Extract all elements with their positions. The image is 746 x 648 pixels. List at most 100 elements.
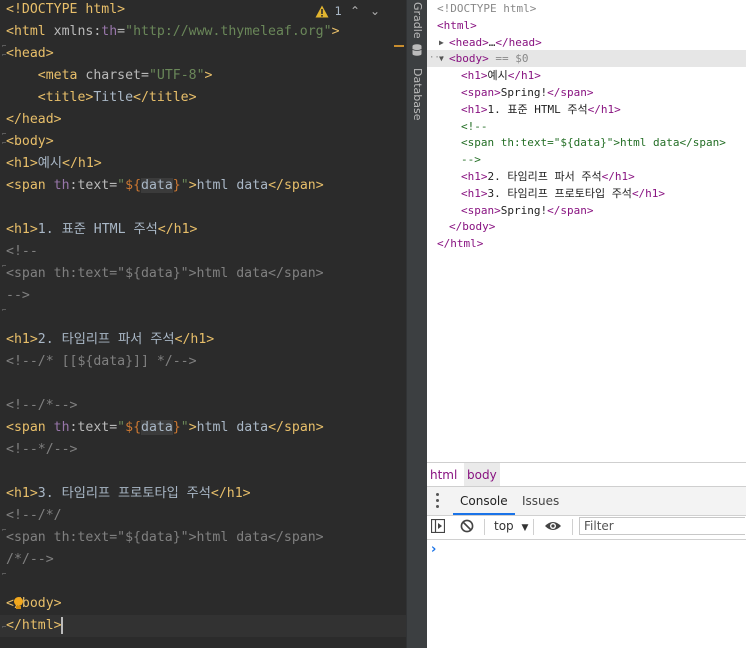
code-token: :text= xyxy=(69,420,118,435)
elements-tree-node[interactable]: <!-- xyxy=(427,118,746,135)
code-line[interactable]: /*/--> ⌐ xyxy=(0,549,406,578)
inspection-widget[interactable]: 1 ⌃ ⌄ xyxy=(315,3,382,19)
code-line[interactable]: <meta charset="UTF-8"> xyxy=(0,65,406,87)
code-token: = xyxy=(117,24,126,39)
code-line[interactable]: <span th:text="${data}">html data</span> xyxy=(0,417,406,439)
elements-tree-node[interactable]: <h1>2. 타임리프 파서 주석</h1> xyxy=(427,168,746,185)
chevron-down-icon[interactable]: ⌄ xyxy=(368,4,382,18)
node-token: <html> xyxy=(437,18,477,32)
node-token: </span> xyxy=(547,203,594,217)
eye-icon[interactable] xyxy=(544,520,562,532)
code-token: " xyxy=(180,420,189,435)
code-line[interactable]: <!-- ⌐ xyxy=(0,241,406,270)
node-token: </h1> xyxy=(601,170,635,183)
elements-tree-node[interactable]: <h1>3. 타임리프 프로토타입 주석</h1> xyxy=(427,185,746,202)
code-line[interactable]: </head> ⌐ xyxy=(0,109,406,138)
code-line[interactable] xyxy=(0,461,406,483)
warning-stripe-marker[interactable] xyxy=(394,45,404,47)
elements-tree-node[interactable]: </body> xyxy=(427,218,746,235)
tab-issues[interactable]: Issues xyxy=(522,487,559,515)
elements-tree-node[interactable]: <h1>예시</h1> xyxy=(427,67,746,84)
code-line[interactable] xyxy=(0,307,406,329)
code-line[interactable]: <!--*/--> xyxy=(0,439,406,461)
fold-marker-icon[interactable]: ⌐ xyxy=(2,44,6,66)
code-line[interactable]: <h1>1. 표준 HTML 주석</h1> xyxy=(0,219,406,241)
code-line[interactable]: </body>⌐ xyxy=(0,593,406,622)
breadcrumb-body[interactable]: body xyxy=(464,463,500,487)
code-line[interactable]: <span th:text="${data}">html data</span> xyxy=(0,175,406,197)
gradle-tool-tab[interactable]: Gradle xyxy=(407,0,428,40)
expand-triangle-icon[interactable]: ▶ xyxy=(439,34,444,51)
console-prompt[interactable]: › xyxy=(431,542,436,557)
code-line[interactable]: <html xmlns:th="http://www.thymeleaf.org… xyxy=(0,21,406,50)
code-line[interactable]: <head> ⌐ xyxy=(0,43,406,65)
context-select[interactable]: top ▼ xyxy=(494,514,528,539)
code-editor[interactable]: <!DOCTYPE html> <html xmlns:th="http://ww… xyxy=(0,0,406,648)
collapse-triangle-icon[interactable]: ▼ xyxy=(439,50,444,67)
more-options-icon[interactable] xyxy=(435,493,439,509)
code-line-text: --> xyxy=(6,285,30,307)
code-line[interactable]: <h1>2. 타임리프 파서 주석</h1> xyxy=(0,329,406,351)
browser-devtools: <!DOCTYPE html> <html> ▶ <head>…</head> ··· ▼… xyxy=(427,0,746,648)
code-token: " xyxy=(180,178,189,193)
filter-input[interactable] xyxy=(579,517,745,535)
chevron-up-icon[interactable]: ⌃ xyxy=(348,4,362,18)
breadcrumb: html body xyxy=(427,462,746,487)
code-token: " xyxy=(117,178,126,193)
code-token: 예시 xyxy=(37,156,63,171)
code-line[interactable]: <h1>예시</h1> xyxy=(0,153,406,175)
code-token: <span xyxy=(6,420,54,435)
code-line[interactable] xyxy=(0,571,406,593)
text-cursor xyxy=(61,617,63,634)
code-token: <body> xyxy=(6,134,54,149)
elements-tree-node[interactable]: <h1>1. 표준 HTML 주석</h1> xyxy=(427,101,746,118)
elements-tree-node[interactable]: <span>Spring!</span> xyxy=(427,84,746,101)
code-line[interactable] xyxy=(0,373,406,395)
tab-console[interactable]: Console xyxy=(453,487,515,515)
node-token: </body> xyxy=(449,220,496,234)
fold-marker-icon[interactable]: ⌐ xyxy=(2,616,6,638)
node-token: </head> xyxy=(495,35,542,49)
fold-marker-icon[interactable]: ⌐ xyxy=(2,132,6,154)
elements-tree-node[interactable]: ··· ▼ <body> == $0 xyxy=(427,50,746,68)
code-line[interactable]: <!--/*/⌐ xyxy=(0,505,406,534)
context-select-value: top xyxy=(494,519,514,533)
sidebar-toggle-icon[interactable] xyxy=(431,519,445,533)
code-line[interactable]: <span th:text="${data}">html data</span> xyxy=(0,263,406,285)
code-line[interactable]: --> ⌐ xyxy=(0,285,406,314)
elements-tree-node[interactable]: <span th:text="${data}">html data</span> xyxy=(427,134,746,151)
code-line[interactable]: <body> ⌐ xyxy=(0,131,406,153)
breadcrumb-html[interactable]: html xyxy=(427,463,460,487)
elements-tree-node[interactable]: ▶ <head>…</head> xyxy=(427,34,746,51)
code-line[interactable]: <span th:text="${data}">html data</span> xyxy=(0,527,406,549)
elements-tree-node[interactable]: <span>Spring!</span> xyxy=(427,202,746,219)
node-token: 예시 xyxy=(487,69,508,83)
lightbulb-icon[interactable] xyxy=(13,597,24,610)
code-line[interactable]: <!--/* [[${data}]] */--> xyxy=(0,351,406,373)
code-line[interactable] xyxy=(0,197,406,219)
warning-icon[interactable] xyxy=(315,5,329,18)
elements-tree-node[interactable]: --> xyxy=(427,151,746,168)
database-tool-tab[interactable]: Database xyxy=(407,42,428,122)
node-markup: <h1>2. 타임리프 파서 주석</h1> xyxy=(461,168,635,185)
code-line[interactable]: <title>Title</title> xyxy=(0,87,406,109)
code-token: </h1> xyxy=(174,332,215,347)
code-line[interactable]: <!--/*--> xyxy=(0,395,406,417)
console-toolbar: top ▼ xyxy=(427,514,746,540)
node-token: <h1> xyxy=(461,102,488,116)
elements-tree-node[interactable]: </html> xyxy=(427,235,746,252)
node-token: <span> xyxy=(461,86,501,99)
clear-console-icon[interactable] xyxy=(460,519,474,533)
code-line-text: <h1>3. 타임리프 프로토타입 주석</h1> xyxy=(6,483,251,505)
code-token: } xyxy=(172,420,181,435)
code-line-text: <h1>예시</h1> xyxy=(6,153,102,175)
elements-tree[interactable]: <!DOCTYPE html> <html> ▶ <head>…</head> ··· ▼… xyxy=(427,0,746,262)
code-token: html data xyxy=(196,178,269,193)
elements-tree-node[interactable]: <html> xyxy=(427,17,746,34)
node-markup: <span>Spring!</span> xyxy=(461,84,593,101)
elements-tree-node[interactable]: <!DOCTYPE html> xyxy=(427,0,746,17)
code-token: /*/--> xyxy=(6,552,54,567)
code-line[interactable]: <h1>3. 타임리프 프로토타입 주석</h1> xyxy=(0,483,406,505)
node-markup: --> xyxy=(461,151,481,168)
node-token: == $0 xyxy=(488,52,529,66)
